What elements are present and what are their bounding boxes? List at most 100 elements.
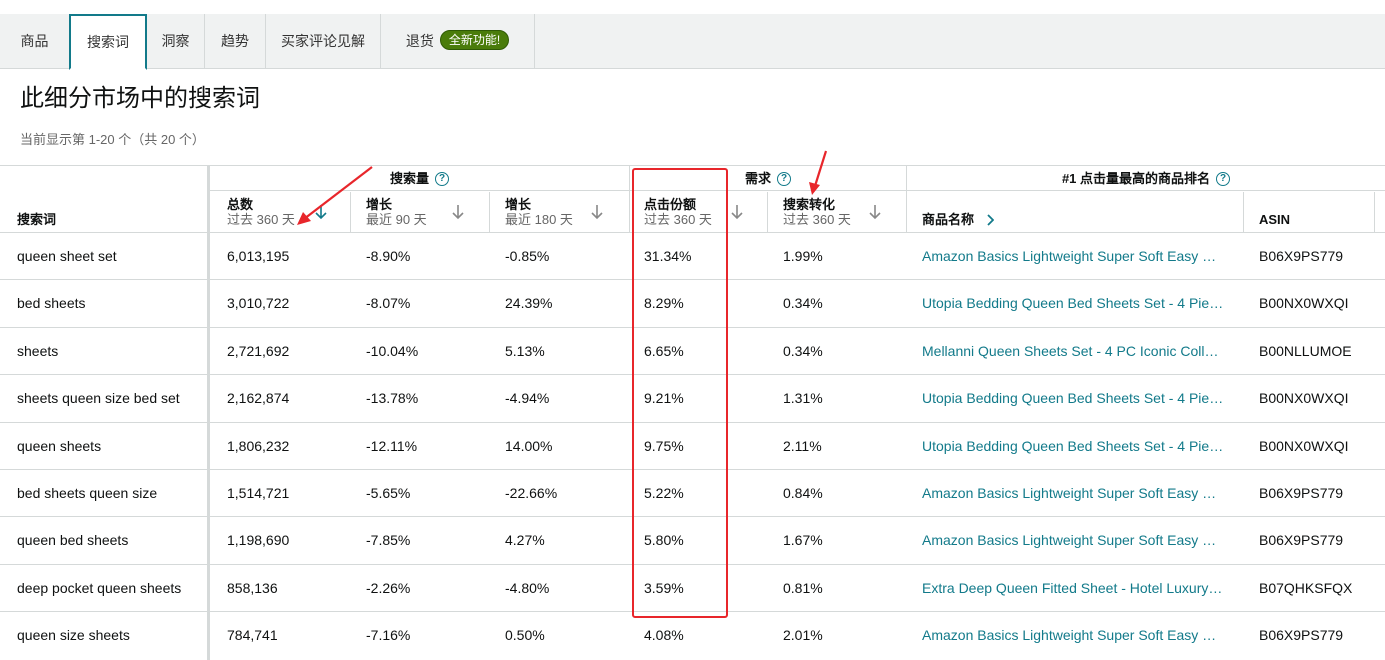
cell-product-name[interactable]: Utopia Bedding Queen Bed Sheets Set - 4 … [922,423,1224,470]
cell-search-term: queen bed sheets [17,532,129,549]
tab-insights[interactable]: 洞察 [147,14,205,69]
help-icon[interactable]: ? [777,171,791,186]
col-header-asin: ASIN [1259,192,1369,232]
help-icon[interactable]: ? [1216,171,1231,186]
cell-growth-180: -4.94% [505,390,550,407]
cell-product-name[interactable]: Utopia Bedding Queen Bed Sheets Set - 4 … [922,280,1224,327]
group-header-demand-label: 需求 [744,171,771,186]
group-header-top-product: #1 点击量最高的商品排名? [907,166,1385,191]
table-row: bed sheets queen size 1,514,721 -5.65% -22.… [0,469,1385,516]
cell-search-term: queen size sheets [17,627,130,644]
table-row: queen size sheets 784,741 -7.16% 0.50% 4.08%… [0,611,1385,658]
table-row: queen bed sheets 1,198,690 -7.85% 4.27% 5.80… [0,516,1385,563]
cell-product-name[interactable]: Amazon Basics Lightweight Super Soft Eas… [922,233,1224,280]
cell-total: 3,010,722 [227,295,290,312]
sort-down-icon[interactable] [730,204,744,220]
tab-search-terms-label: 搜索词 [87,34,129,50]
cell-total: 1,806,232 [227,437,290,454]
column-divider [1374,192,1375,233]
cell-search-conversion: 0.81% [783,579,823,596]
column-divider [489,192,490,233]
sort-down-icon[interactable] [590,204,604,220]
cell-growth-90: -7.16% [366,627,411,644]
cell-growth-90: -13.78% [366,390,419,407]
table-row: sheets queen size bed set 2,162,874 -13.78… [0,374,1385,421]
cell-product-name[interactable]: Mellanni Queen Sheets Set - 4 PC Iconic … [922,328,1224,375]
cell-growth-180: 5.13% [505,342,545,359]
cell-asin: B06X9PS779 [1259,627,1344,644]
cell-total: 2,721,692 [227,342,290,359]
cell-search-term: bed sheets queen size [17,485,158,501]
cell-growth-90: -12.11% [366,437,418,454]
cell-growth-180: 4.27% [505,532,545,549]
cell-search-term: sheets queen size bed set [17,390,180,407]
col-header-search-term: 搜索词 [17,192,197,232]
cell-product-name[interactable]: Amazon Basics Lightweight Super Soft Eas… [922,612,1224,659]
table-row: bed sheets 3,010,722 -8.07% 24.39% 8.29% 0.34… [0,279,1385,326]
tab-search-terms[interactable]: 搜索词 [69,14,147,70]
table-row: deep pocket queen sheets 858,136 -2.26% -4.… [0,563,1385,612]
cell-asin: B00NLLUMOE [1259,342,1352,359]
cell-growth-90: -5.65% [366,485,411,501]
tab-customer-reviews-label: 买家评论见解 [281,33,365,49]
cell-click-share: 9.21% [644,390,684,407]
cell-search-conversion: 1.67% [783,532,823,549]
column-divider [1243,192,1244,233]
cell-growth-180: -4.80% [505,579,550,596]
tab-returns[interactable]: 退货 全新功能! [381,14,535,69]
cell-search-term: sheets [17,342,59,359]
search-terms-table: 搜索量? 需求? #1 点击量最高的商品排名? 搜索词 总数 过去 360 天 … [0,165,1385,660]
cell-total: 1,514,721 [227,485,290,501]
cell-growth-90: -8.90% [366,248,411,264]
tab-customer-reviews[interactable]: 买家评论见解 [266,14,381,69]
sort-down-icon[interactable] [868,204,882,220]
cell-asin: B06X9PS779 [1259,485,1344,501]
cell-click-share: 6.65% [644,342,684,359]
cell-search-conversion: 1.99% [783,248,823,264]
cell-growth-180: -22.66% [505,485,558,501]
table-row: queen sheets 1,806,232 -12.11% 14.00% 9.75% 2… [0,421,1385,470]
cell-total: 2,162,874 [227,390,290,407]
cell-search-conversion: 0.84% [783,485,823,501]
cell-total: 1,198,690 [227,532,290,549]
group-header-top-product-label: #1 点击量最高的商品排名 [1061,171,1211,186]
cell-asin: B07QHKSFQX [1259,579,1353,596]
col-header-product-name[interactable]: 商品名称 [922,192,1222,232]
cell-product-name[interactable]: Extra Deep Queen Fitted Sheet - Hotel Lu… [922,565,1224,612]
tab-returns-label: 退货 [405,33,434,49]
chevron-right-icon[interactable] [986,213,994,226]
cell-asin: B00NX0WXQI [1259,437,1349,454]
sort-down-icon[interactable] [451,204,465,220]
tab-products-label: 商品 [20,33,49,49]
column-divider [350,192,351,233]
help-icon[interactable]: ? [435,171,449,186]
tab-insights-label: 洞察 [161,33,190,49]
cell-growth-180: -0.85% [505,248,550,264]
cell-product-name[interactable]: Utopia Bedding Queen Bed Sheets Set - 4 … [922,375,1224,422]
table-row: sheets 2,721,692 -10.04% 5.13% 6.65% 0.34% Mel… [0,326,1385,375]
tab-products[interactable]: 商品 [0,14,70,69]
cell-search-conversion: 0.34% [783,342,823,359]
cell-growth-180: 14.00% [505,437,553,454]
tab-trends-label: 趋势 [221,33,249,49]
cell-click-share: 9.75% [644,437,684,454]
cell-asin: B06X9PS779 [1259,532,1344,549]
cell-click-share: 31.34% [644,248,692,264]
cell-total: 6,013,195 [227,248,290,264]
cell-search-term: queen sheets [17,437,102,454]
cell-asin: B06X9PS779 [1259,248,1344,264]
cell-growth-180: 0.50% [505,627,545,644]
page-title: 此细分市场中的搜索词 [20,85,260,112]
tab-trends[interactable]: 趋势 [205,14,266,69]
group-header-search-volume: 搜索量? [210,166,629,191]
table-row: queen sheet set 6,013,195 -8.90% -0.85% 31.3… [0,232,1385,279]
group-header-demand: 需求? [630,166,906,191]
tab-bar: 商品 搜索词 洞察 趋势 买家评论见解 退货 全新功能! [0,14,1385,70]
cell-product-name[interactable]: Amazon Basics Lightweight Super Soft Eas… [922,517,1224,564]
cell-product-name[interactable]: Amazon Basics Lightweight Super Soft Eas… [922,470,1224,517]
sort-down-icon-active[interactable] [314,204,328,220]
column-divider [767,192,768,233]
col-header-asin-label: ASIN [1259,212,1291,227]
cell-asin: B00NX0WXQI [1259,295,1349,312]
